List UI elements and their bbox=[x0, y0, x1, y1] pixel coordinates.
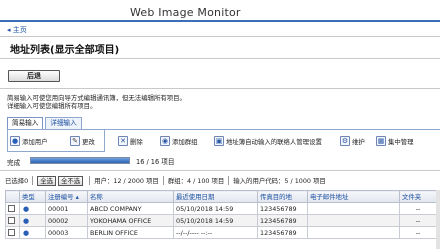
entry-mode-tabs: 简易输入 详细输入 bbox=[7, 117, 84, 130]
entry-name: YOKOHAMA OFFICE bbox=[87, 214, 174, 227]
row-checkbox-cell bbox=[5, 202, 20, 215]
header-type[interactable]: 类型 bbox=[19, 190, 46, 203]
table-row[interactable]: ● 00003 BERLIN OFFICE --/--/---- --:-- 1… bbox=[5, 226, 437, 239]
entry-name: ABCD COMPANY bbox=[87, 202, 174, 215]
user-icon: ● bbox=[22, 204, 30, 213]
row-checkbox[interactable] bbox=[8, 229, 15, 236]
type-cell: ● bbox=[19, 202, 46, 215]
progress-label: 完成 bbox=[7, 159, 21, 167]
page-title: 地址列表(显示全部项目) bbox=[10, 45, 120, 56]
type-cell: ● bbox=[19, 214, 46, 227]
add-user-button[interactable]: ● 添加用户 bbox=[10, 135, 48, 147]
user-icon: ● bbox=[22, 228, 30, 237]
row-checkbox-cell bbox=[5, 214, 20, 227]
header-last-used[interactable]: 最近使用日期 bbox=[173, 190, 258, 203]
row-checkbox[interactable] bbox=[8, 205, 15, 212]
progress-fill bbox=[31, 158, 129, 163]
maintenance-label: 维护 bbox=[352, 137, 365, 146]
user-icon: ● bbox=[10, 136, 20, 146]
divider bbox=[0, 88, 440, 89]
user-code-count: 输入的用户代码：5 / 1000 项目 bbox=[233, 177, 326, 185]
back-button[interactable]: 后退 bbox=[8, 70, 60, 82]
row-checkbox-cell bbox=[5, 226, 20, 239]
fax-destination: 123456789 bbox=[257, 226, 308, 239]
folder: -- bbox=[399, 226, 437, 239]
delete-label: 删除 bbox=[130, 137, 143, 146]
type-cell: ● bbox=[19, 226, 46, 239]
address-table: 类型 注册编号 ▴ 名称 最近使用日期 传真目的地 电子邮件地址 文件夹 ● 0… bbox=[5, 190, 437, 239]
folder: -- bbox=[399, 214, 437, 227]
delete-button[interactable]: ✕ 删除 bbox=[118, 135, 143, 147]
fax-destination: 123456789 bbox=[257, 214, 308, 227]
central-management-button[interactable]: ▦ 集中管理 bbox=[376, 135, 414, 147]
email-address bbox=[307, 226, 400, 239]
header-select bbox=[5, 190, 20, 203]
header-email[interactable]: 电子邮件地址 bbox=[307, 190, 400, 203]
registration-no: 00001 bbox=[45, 202, 88, 215]
progress-count: 16 / 16 项目 bbox=[136, 158, 175, 166]
vertical-scrollbar[interactable] bbox=[436, 190, 440, 249]
divider bbox=[0, 170, 440, 171]
top-accent-line bbox=[0, 20, 440, 22]
brand-title: Web Image Monitor bbox=[130, 6, 241, 19]
folder: -- bbox=[399, 202, 437, 215]
user-count: 用户：12 / 2000 项目 bbox=[94, 177, 159, 185]
table-row[interactable]: ● 00001 ABCD COMPANY 05/10/2018 14:59 12… bbox=[5, 202, 437, 215]
progress-bar bbox=[30, 157, 130, 164]
header-folder[interactable]: 文件夹 bbox=[399, 190, 437, 203]
home-link[interactable]: ◂ 主页 bbox=[7, 25, 27, 35]
selection-status-row: 已选择0 全选 全不选 用户：12 / 2000 项目 群组：4 / 100 项… bbox=[5, 175, 326, 186]
table-row[interactable]: ● 00002 YOKOHAMA OFFICE 05/10/2018 14:59… bbox=[5, 214, 437, 227]
email-address bbox=[307, 202, 400, 215]
tab-underline bbox=[105, 129, 440, 130]
central-management-label: 集中管理 bbox=[388, 137, 414, 146]
top-bar: Web Image Monitor bbox=[0, 0, 440, 22]
deselect-all-button[interactable]: 全不选 bbox=[58, 175, 84, 186]
group-icon: ◉ bbox=[160, 136, 170, 146]
last-used-date: 05/10/2018 14:59 bbox=[173, 214, 258, 227]
header-fax[interactable]: 传真目的地 bbox=[257, 190, 308, 203]
divider bbox=[0, 36, 440, 37]
separator bbox=[32, 176, 34, 185]
select-all-button[interactable]: 全选 bbox=[37, 175, 57, 186]
add-user-label: 添加用户 bbox=[22, 137, 48, 146]
user-icon: ● bbox=[22, 216, 30, 225]
registration-no: 00003 bbox=[45, 226, 88, 239]
row-checkbox[interactable] bbox=[8, 217, 15, 224]
group-count: 群组：4 / 100 项目 bbox=[167, 177, 225, 185]
last-used-date: 05/10/2018 14:59 bbox=[173, 202, 258, 215]
separator bbox=[162, 176, 164, 185]
auto-register-label: 地址簿自动输入的联络人管理设置 bbox=[226, 137, 322, 146]
selected-count: 已选择0 bbox=[5, 177, 29, 185]
header-name[interactable]: 名称 bbox=[87, 190, 174, 203]
header-registration-no[interactable]: 注册编号 ▴ bbox=[45, 190, 88, 203]
divider bbox=[0, 58, 440, 59]
email-address bbox=[307, 214, 400, 227]
book-icon: ▣ bbox=[214, 136, 224, 146]
edit-label: 更改 bbox=[82, 137, 95, 146]
auto-register-settings-button[interactable]: ▣ 地址簿自动输入的联络人管理设置 bbox=[214, 135, 322, 147]
fax-destination: 123456789 bbox=[257, 202, 308, 215]
separator bbox=[228, 176, 230, 185]
add-group-label: 添加群组 bbox=[172, 137, 198, 146]
separator bbox=[89, 176, 91, 185]
edit-button[interactable]: ✎ 更改 bbox=[70, 135, 95, 147]
network-icon: ▦ bbox=[376, 136, 386, 146]
maintenance-button[interactable]: ⚙ 维护 bbox=[340, 135, 365, 147]
delete-icon: ✕ bbox=[118, 136, 128, 146]
registration-no: 00002 bbox=[45, 214, 88, 227]
entry-name: BERLIN OFFICE bbox=[87, 226, 174, 239]
add-group-button[interactable]: ◉ 添加群组 bbox=[160, 135, 198, 147]
table-header-row: 类型 注册编号 ▴ 名称 最近使用日期 传真目的地 电子邮件地址 文件夹 bbox=[5, 190, 437, 203]
last-used-date: --/--/---- --:-- bbox=[173, 226, 258, 239]
wrench-icon: ⚙ bbox=[340, 136, 350, 146]
edit-icon: ✎ bbox=[70, 136, 80, 146]
tab-detail-entry[interactable]: 详细输入 bbox=[45, 117, 82, 129]
notice-line-2: 详细输入可使您编辑所有项目。 bbox=[7, 102, 97, 110]
